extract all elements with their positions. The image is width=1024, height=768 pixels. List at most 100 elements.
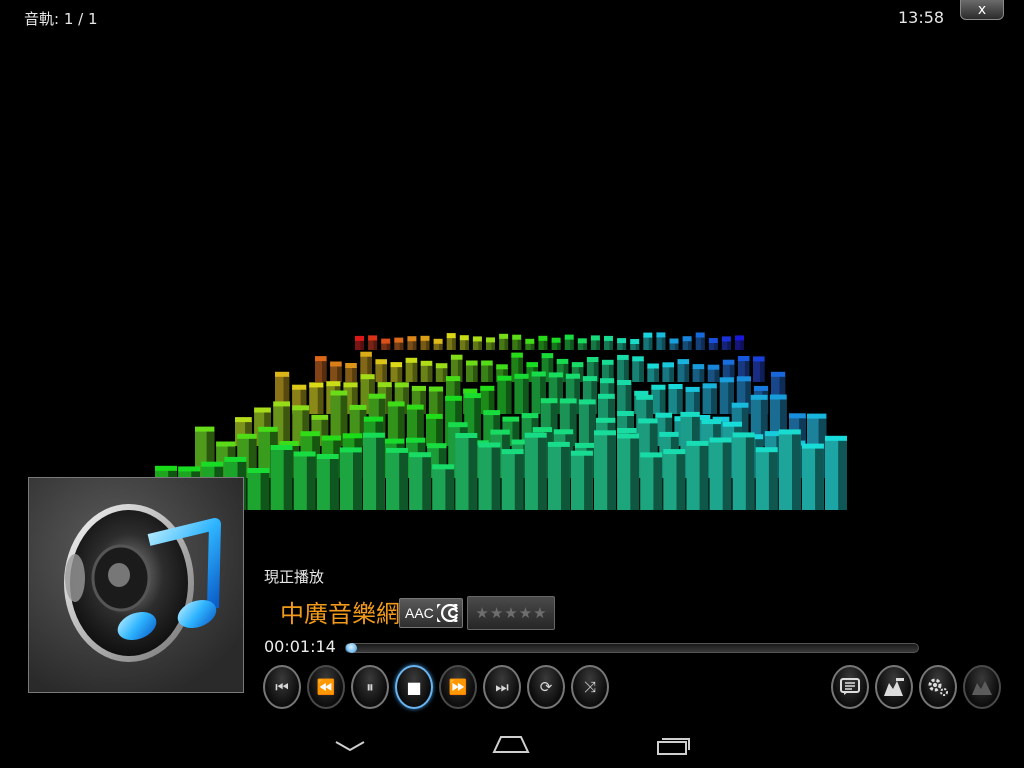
- spectrum-bar: [466, 360, 478, 382]
- spectrum-bar: [663, 449, 686, 510]
- skip-previous-button[interactable]: ⏮: [263, 665, 301, 709]
- spectrum-bar: [480, 385, 495, 414]
- spectrum-bar: [420, 335, 430, 350]
- visualization-button[interactable]: [875, 665, 913, 709]
- stop-icon: ■: [406, 677, 422, 697]
- playlist-icon: [840, 678, 860, 696]
- song-title: 中廣音樂網: [280, 600, 400, 628]
- spectrum-bar: [709, 437, 732, 510]
- spectrum-bar: [455, 433, 478, 510]
- spectrum-bar: [570, 450, 593, 510]
- spectrum-bar: [407, 336, 417, 350]
- spectrum-bar: [339, 447, 362, 510]
- home-icon[interactable]: [492, 734, 530, 754]
- spectrum-bar: [630, 339, 640, 350]
- spectrum-bar: [512, 334, 522, 350]
- spectrum-bar: [695, 332, 705, 350]
- visualization-settings-button[interactable]: [963, 665, 1001, 709]
- spectrum-bar: [459, 335, 469, 350]
- rating-star[interactable]: ★: [490, 605, 503, 621]
- spectrum-bar: [390, 362, 403, 382]
- elapsed-time: 00:01:14: [264, 637, 336, 656]
- rating-star[interactable]: ★: [504, 605, 517, 621]
- spectrum-bar: [375, 359, 387, 382]
- spectrum-bar: [524, 432, 547, 510]
- spectrum-bar: [330, 361, 342, 382]
- spectrum-bar: [590, 335, 600, 350]
- now-playing-label: 現正播放: [264, 568, 325, 586]
- spectrum-bar: [309, 382, 324, 414]
- settings-button[interactable]: [919, 665, 957, 709]
- star-rating[interactable]: ★ ★ ★ ★ ★: [467, 596, 555, 630]
- spectrum-bar: [617, 380, 632, 414]
- spectrum-bar: [497, 375, 512, 414]
- spectrum-bar: [293, 451, 316, 510]
- spectrum-bar: [355, 335, 364, 350]
- format-badge: AAC: [399, 598, 463, 628]
- spectrum-bar: [472, 336, 482, 350]
- spectrum-bar: [538, 335, 548, 350]
- spectrum-bar: [604, 335, 613, 350]
- skip-next-icon: ⏭: [495, 678, 509, 696]
- shuffle-icon: ⤨: [583, 678, 596, 696]
- spectrum-bar: [682, 336, 692, 350]
- spectrum-bar: [247, 468, 270, 510]
- spectrum-bar: [708, 338, 718, 350]
- spectrum-bar: [702, 383, 717, 414]
- spectrum-bar: [801, 443, 824, 510]
- spectrum-bar: [825, 435, 847, 510]
- spectrum-bar: [685, 386, 700, 414]
- spectrum-bar: [409, 452, 432, 510]
- spectrum-bar: [446, 333, 456, 350]
- spectrum-bar: [617, 433, 640, 510]
- spectrum-bar: [486, 337, 495, 350]
- spectrum-bar: [662, 362, 674, 382]
- album-art: [28, 477, 244, 693]
- seek-handle[interactable]: [346, 643, 357, 653]
- spectrum-bar: [651, 384, 666, 414]
- spectrum-bar: [577, 338, 587, 350]
- fast-forward-button[interactable]: ⏩: [439, 665, 477, 709]
- gear-icon: [926, 676, 950, 698]
- skip-previous-icon: ⏮: [275, 678, 289, 696]
- back-icon[interactable]: [334, 738, 366, 754]
- spectrum-bar: [315, 356, 327, 382]
- spectrum-bar: [594, 430, 616, 510]
- spectrum-bar: [428, 386, 444, 414]
- spectrum-bar: [368, 335, 378, 350]
- spectrum-bar: [386, 447, 408, 510]
- spectrum-bar: [686, 440, 709, 510]
- recent-apps-icon[interactable]: [656, 734, 692, 756]
- repeat-button[interactable]: ⟳: [527, 665, 565, 709]
- stop-button[interactable]: ■: [395, 665, 433, 709]
- skip-next-button[interactable]: ⏭: [483, 665, 521, 709]
- spectrum-bar: [578, 399, 596, 446]
- rating-star[interactable]: ★: [519, 605, 532, 621]
- spectrum-bar: [362, 432, 385, 510]
- spectrum-bar: [732, 432, 755, 510]
- spectrum-bar: [647, 363, 659, 382]
- spectrum-bar: [632, 356, 644, 382]
- spectrum-bar: [345, 363, 357, 382]
- fast-forward-icon: ⏩: [448, 678, 468, 696]
- rating-star[interactable]: ★: [533, 605, 546, 621]
- spectrum-bar: [501, 449, 524, 510]
- seek-bar[interactable]: [345, 643, 919, 653]
- spectrum-bar: [640, 452, 663, 510]
- rewind-button[interactable]: ⏪: [307, 665, 345, 709]
- spectrum-bar: [755, 447, 778, 510]
- spectrum-bar: [420, 360, 433, 382]
- spectrum-bar: [433, 338, 443, 350]
- spectrum-bar: [677, 359, 690, 382]
- pause-button[interactable]: ⏸: [351, 665, 389, 709]
- playlist-button[interactable]: [831, 665, 869, 709]
- spectrum-bar: [381, 338, 391, 350]
- spectrum-bar: [547, 441, 570, 510]
- spectrum-bar: [499, 333, 509, 350]
- shuffle-button[interactable]: ⤨: [571, 665, 609, 709]
- spectrum-bar: [514, 373, 529, 414]
- spectrum-bar: [525, 338, 535, 350]
- rating-star[interactable]: ★: [475, 605, 488, 621]
- spectrum-bar: [707, 364, 720, 382]
- pause-icon: ⏸: [366, 678, 374, 696]
